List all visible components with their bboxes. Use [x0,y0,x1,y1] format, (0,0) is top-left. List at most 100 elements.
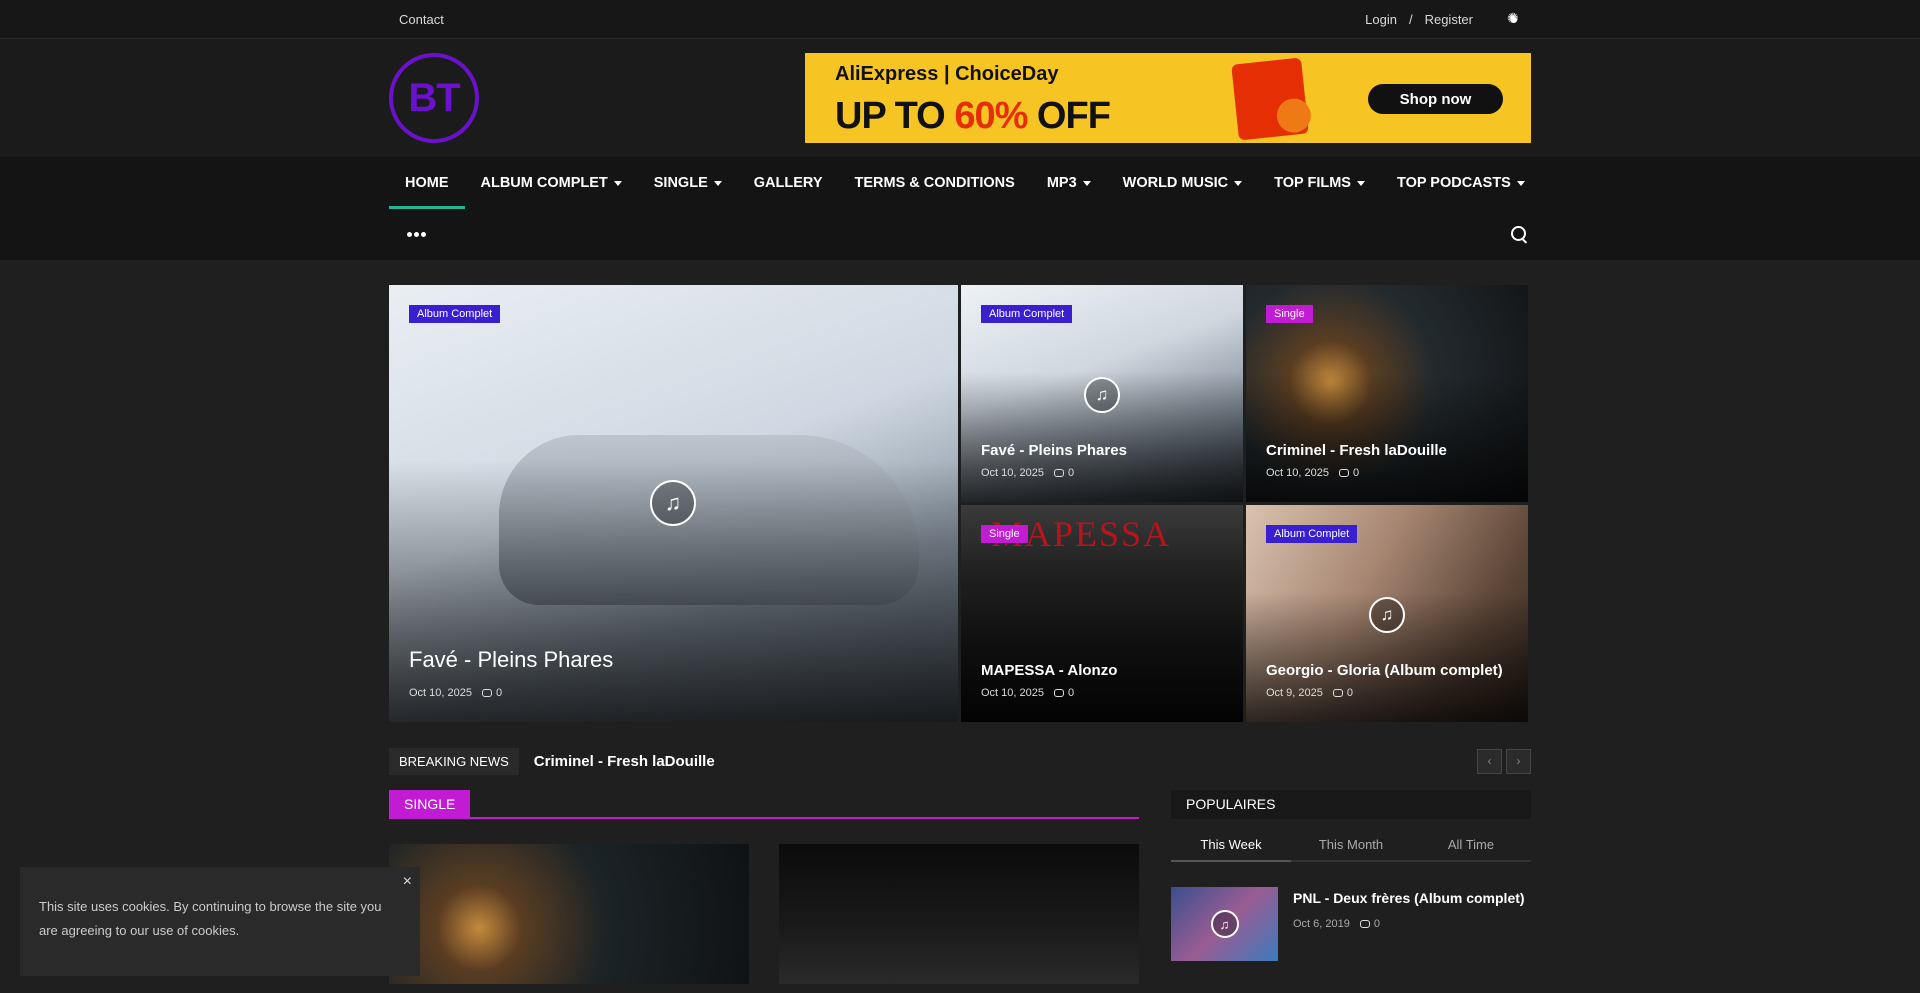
comment-icon [1339,469,1349,478]
comment-count-value: 0 [1346,687,1353,699]
category-tag[interactable]: Album Complet [409,305,501,323]
post-thumbnails [389,844,1139,984]
close-icon[interactable]: × [403,873,412,891]
featured-card-main[interactable]: Album Complet ♫ Favé - Pleins Phares Oct… [389,285,958,722]
deal-prefix: UP TO [835,95,955,137]
comment-icon [1054,469,1064,478]
popular-item-meta: Oct 6, 2019 0 [1293,918,1525,930]
popular-item-title[interactable]: PNL - Deux frères (Album complet) [1293,890,1525,906]
nav-item-label: TERMS & CONDITIONS [854,175,1015,191]
auth-links: Login / Register [1365,10,1521,28]
search-icon[interactable] [1511,225,1529,244]
auth-separator: / [1408,12,1413,27]
comment-count: 0 [1054,467,1074,479]
register-link[interactable]: Register [1425,12,1473,27]
shop-now-button[interactable]: Shop now [1368,84,1503,114]
chevron-right-icon[interactable]: › [1506,748,1531,774]
main-nav: HOME ALBUM COMPLET SINGLE GALLERY TERMS & CO… [0,157,1920,260]
nav-item-top-films[interactable]: TOP FILMS [1258,157,1381,209]
breaking-news-bar: BREAKING NEWS Criminel - Fresh laDouille… [389,747,1531,775]
comment-count-value: 0 [1373,918,1380,930]
comment-count: 0 [1054,687,1074,699]
card-date: Oct 10, 2025 [1266,467,1329,479]
nav-item-label: TOP FILMS [1274,175,1351,191]
card-date: Oct 10, 2025 [981,467,1044,479]
nav-item-terms-conditions[interactable]: TERMS & CONDITIONS [839,157,1031,209]
content-area: SINGLE POPULAIRES This Week This Month A… [389,790,1531,984]
nav-item-single[interactable]: SINGLE [638,157,738,209]
site-header: BT AliExpress | ChoiceDay UP TO 60% OFF … [0,39,1920,157]
card-title[interactable]: Favé - Pleins Phares [981,442,1127,459]
card-meta: Oct 9, 2025 0 [1266,687,1353,699]
comment-count-value: 0 [1068,467,1075,479]
nav-row: HOME ALBUM COMPLET SINGLE GALLERY TERMS & CO… [389,157,1531,209]
nav-item-album-complet[interactable]: ALBUM COMPLET [465,157,638,209]
section-header: SINGLE [389,790,1139,819]
site-logo[interactable]: BT [389,53,479,143]
card-meta: Oct 10, 2025 0 [409,687,502,699]
featured-card[interactable]: Album Complet ♫ Georgio - Gloria (Album … [1246,505,1528,722]
more-menu-icon[interactable] [407,232,426,237]
comment-count: 0 [1339,467,1359,479]
card-date: Oct 10, 2025 [981,687,1044,699]
top-bar: Contact Login / Register [0,0,1920,39]
breaking-news-arrows: ‹ › [1477,748,1531,774]
card-title[interactable]: Georgio - Gloria (Album complet) [1266,662,1503,679]
comment-icon [1332,689,1343,698]
chevron-left-icon[interactable]: ‹ [1477,748,1502,774]
section-title[interactable]: SINGLE [389,790,471,819]
caret-down-icon [1234,180,1243,186]
nav-item-home[interactable]: HOME [389,157,465,209]
comment-icon [1054,689,1064,698]
breaking-news-item[interactable]: Criminel - Fresh laDouille [534,753,715,770]
tab-this-week[interactable]: This Week [1171,829,1291,862]
nav-item-top-podcasts[interactable]: TOP PODCASTS [1381,157,1541,209]
tab-this-month[interactable]: This Month [1291,829,1411,860]
post-thumbnail[interactable] [389,844,749,984]
featured-card[interactable]: MAPESSA Single MAPESSA - Alonzo Oct 10, … [961,505,1243,722]
comment-count: 0 [482,687,502,699]
card-shade [961,591,1243,722]
category-tag[interactable]: Album Complet [981,305,1073,323]
nav-item-world-music[interactable]: WORLD MUSIC [1107,157,1259,209]
caret-down-icon [613,180,622,186]
comment-icon [482,689,492,698]
music-icon[interactable]: ♫ [1369,597,1405,633]
card-title[interactable]: Criminel - Fresh laDouille [1266,442,1447,459]
card-meta: Oct 10, 2025 0 [981,467,1074,479]
featured-card[interactable]: Single Criminel - Fresh laDouille Oct 10… [1246,285,1528,502]
card-date: Oct 10, 2025 [409,687,472,699]
nav-item-label: HOME [405,175,449,191]
category-tag[interactable]: Single [1266,305,1313,323]
nav-item-label: MP3 [1046,175,1077,191]
featured-grid: Album Complet ♫ Favé - Pleins Phares Oct… [389,285,1531,722]
popular-sidebar: POPULAIRES This Week This Month All Time… [1171,790,1531,984]
cookie-text: This site uses cookies. By continuing to… [39,899,382,938]
music-icon[interactable]: ♫ [1084,377,1120,413]
single-section: SINGLE [389,790,1139,984]
music-icon[interactable]: ♫ [1210,910,1239,938]
banner-brand: AliExpress | ChoiceDay [835,63,1059,85]
card-title[interactable]: Favé - Pleins Phares [409,647,613,673]
theme-toggle-sun-icon[interactable] [1507,10,1521,27]
popular-item[interactable]: ♫ PNL - Deux frères (Album complet) Oct … [1171,887,1531,961]
nav-item-label: TOP PODCASTS [1396,175,1511,191]
music-icon[interactable]: ♫ [650,480,696,526]
nav-item-mp3[interactable]: MP3 [1031,157,1107,209]
category-tag[interactable]: Single [981,525,1028,543]
post-thumbnail[interactable] [779,844,1139,984]
ad-banner[interactable]: AliExpress | ChoiceDay UP TO 60% OFF Sho… [805,53,1531,143]
nav-item-gallery[interactable]: GALLERY [738,157,839,209]
card-title[interactable]: MAPESSA - Alonzo [981,662,1117,679]
comment-count-value: 0 [496,687,503,699]
featured-card[interactable]: Album Complet ♫ Favé - Pleins Phares Oct… [961,285,1243,502]
comment-icon [1359,920,1370,929]
nav-item-label: ALBUM COMPLET [480,175,608,191]
contact-link[interactable]: Contact [399,12,444,27]
popular-thumbnail[interactable]: ♫ [1171,887,1278,961]
tab-all-time[interactable]: All Time [1411,829,1531,860]
popular-item-date: Oct 6, 2019 [1293,918,1350,930]
login-link[interactable]: Login [1365,12,1397,27]
category-tag[interactable]: Album Complet [1266,525,1358,543]
card-meta: Oct 10, 2025 0 [1266,467,1359,479]
